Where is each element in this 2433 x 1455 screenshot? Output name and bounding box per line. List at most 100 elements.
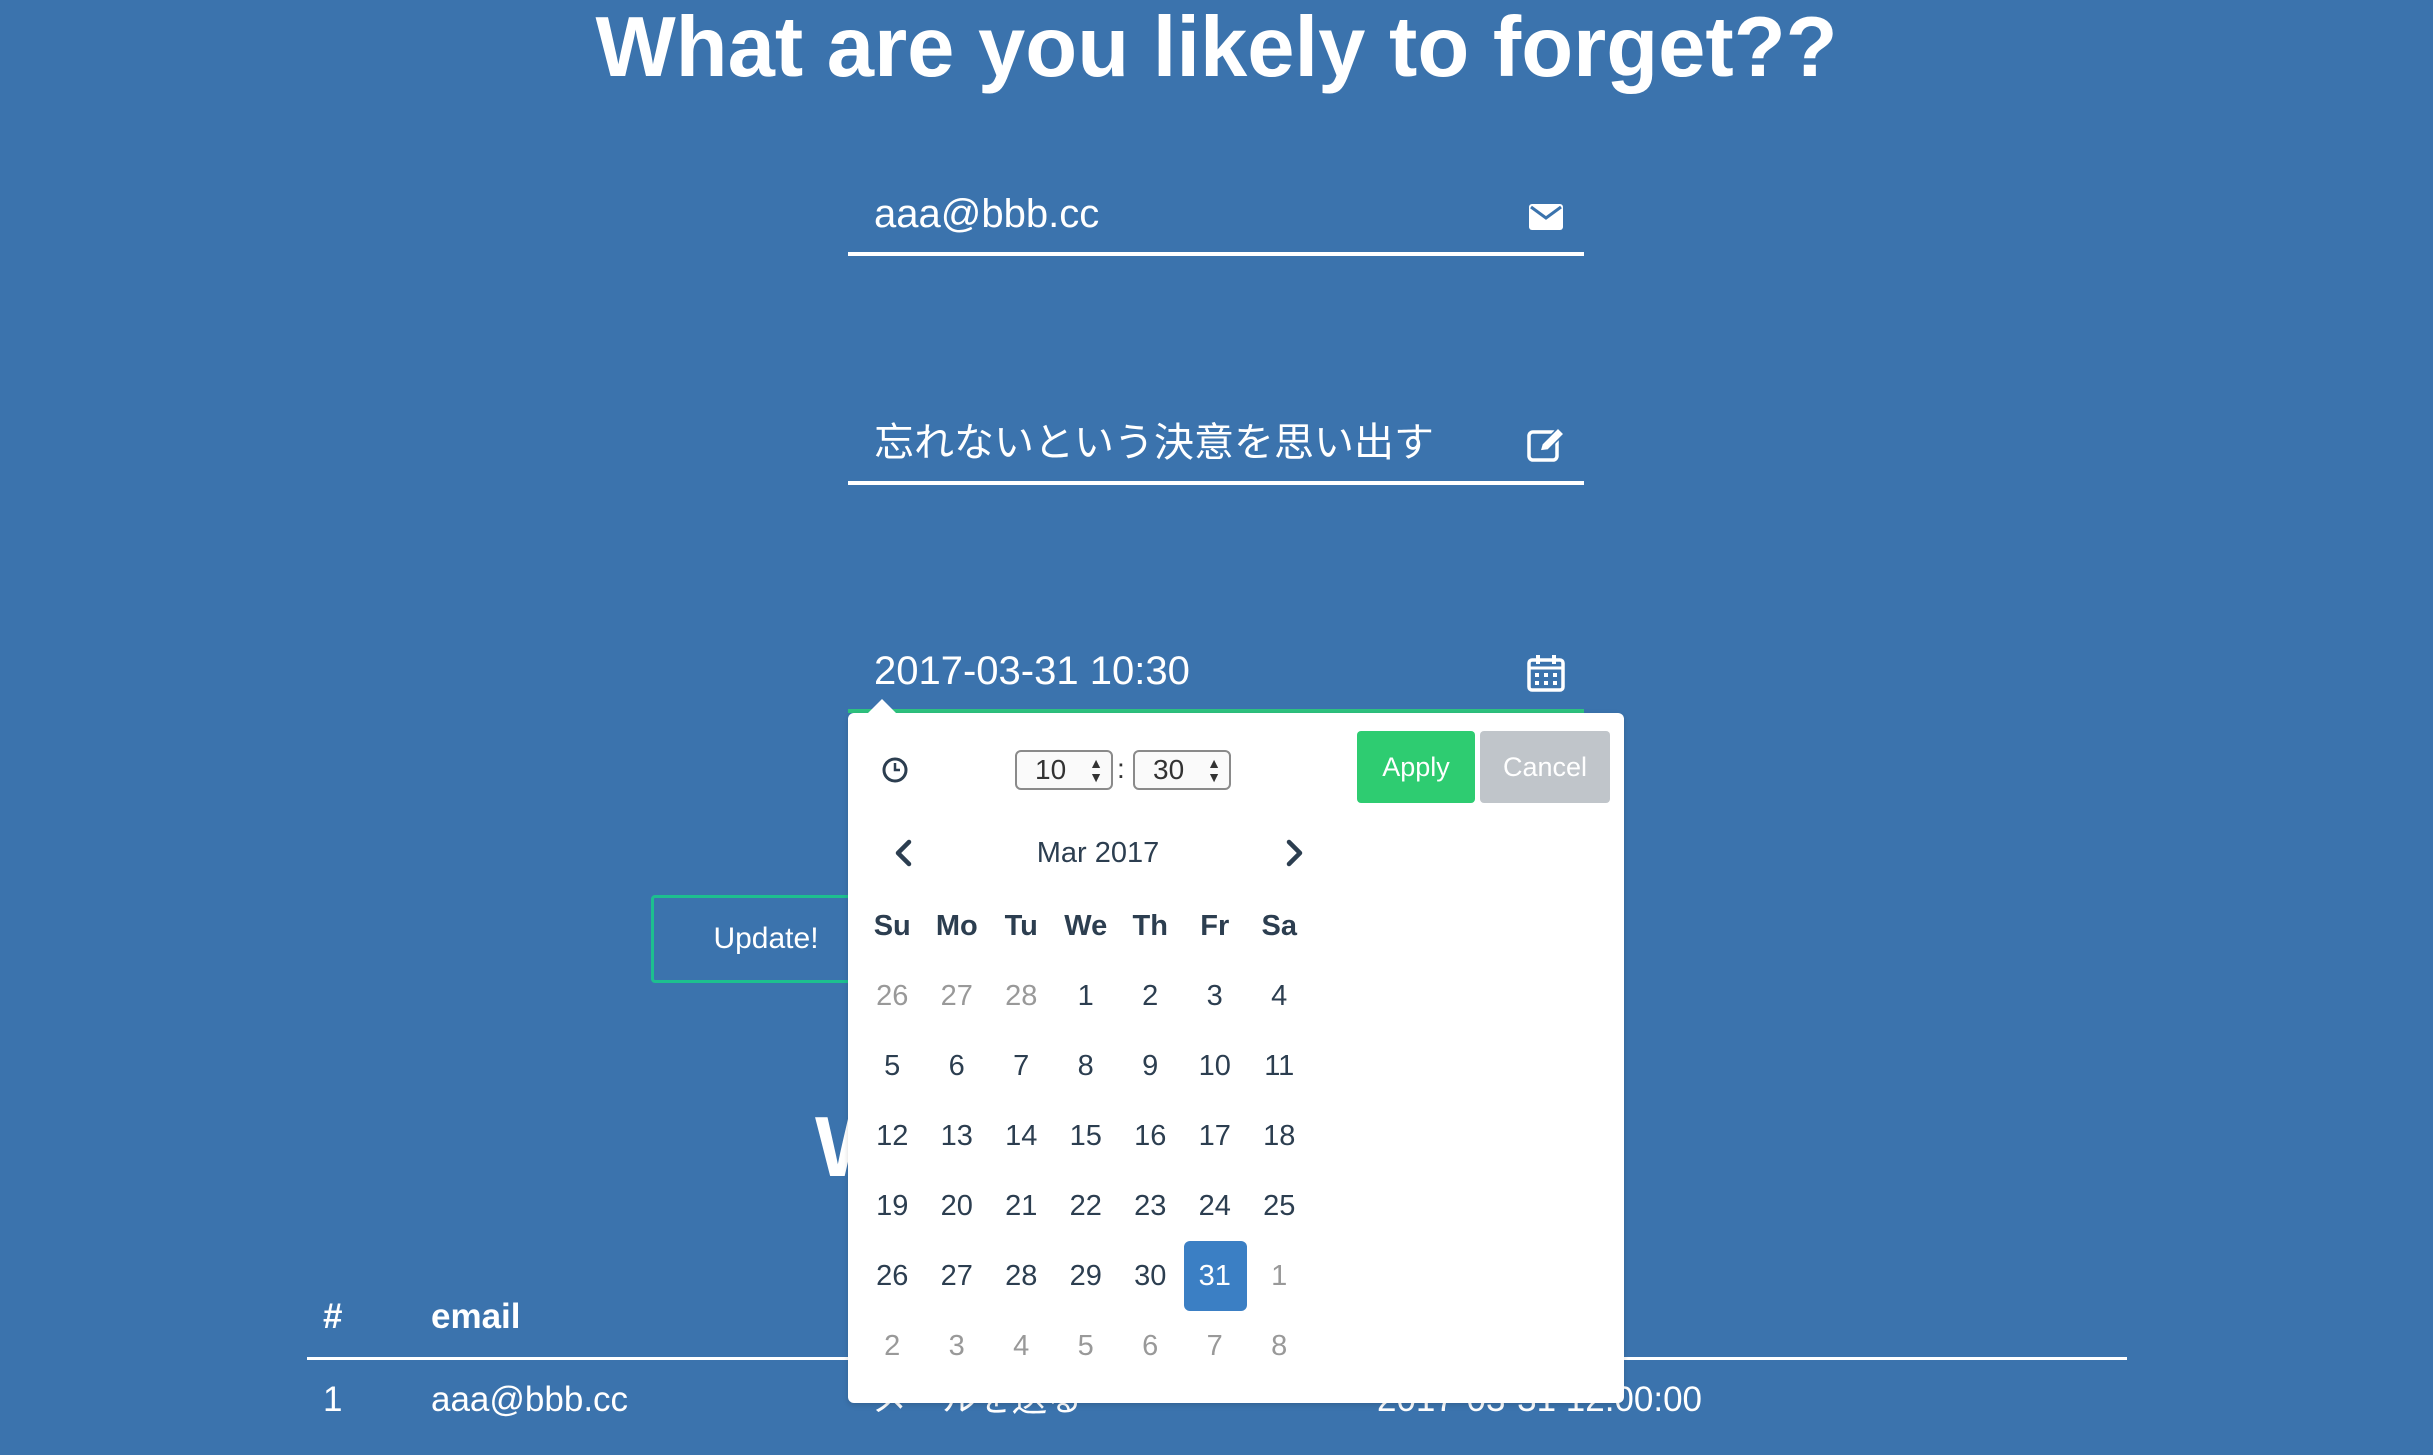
weekday-header: Sa <box>1261 909 1297 942</box>
update-button[interactable]: Update! <box>651 895 881 983</box>
column-header-email: email <box>431 1297 521 1336</box>
calendar-day-selected[interactable]: 31 <box>1183 1241 1248 1311</box>
calendar-day[interactable]: 10 <box>1183 1031 1248 1101</box>
memo-field[interactable]: 忘れないという決意を思い出す <box>848 409 1584 485</box>
calendar-icon <box>1527 655 1565 692</box>
calendar-day[interactable]: 7 <box>989 1031 1054 1101</box>
calendar-day[interactable]: 4 <box>989 1311 1054 1381</box>
weekday-header: Fr <box>1200 909 1230 942</box>
calendar-day[interactable]: 11 <box>1247 1031 1312 1101</box>
calendar-day[interactable]: 27 <box>925 1241 990 1311</box>
calendar-day[interactable]: 27 <box>925 961 990 1031</box>
calendar-day-number: 12 <box>876 1119 909 1152</box>
calendar-day-number: 29 <box>1069 1259 1102 1292</box>
cell-email: aaa@bbb.cc <box>431 1380 629 1419</box>
calendar-day[interactable]: 25 <box>1247 1171 1312 1241</box>
datetime-field[interactable]: 2017-03-31 10:30 <box>848 637 1584 713</box>
calendar-grid: Su Mo Tu We Th Fr Sa 26 27 28 1 2 3 4 5 6 7 8 9 10 11 12 13 14 1… <box>860 891 1312 1381</box>
calendar-day[interactable]: 8 <box>1054 1031 1119 1101</box>
calendar-day[interactable]: 6 <box>1118 1311 1183 1381</box>
memo-field-value: 忘れないという決意を思い出す <box>874 421 1434 465</box>
calendar-day-number: 20 <box>940 1189 973 1222</box>
calendar-day[interactable]: 17 <box>1183 1101 1248 1171</box>
minute-select[interactable]: 30 ▲ ▼ <box>1133 750 1231 790</box>
calendar-day[interactable]: 15 <box>1054 1101 1119 1171</box>
calendar-day[interactable]: 20 <box>925 1171 990 1241</box>
calendar-day-number: 1 <box>1077 979 1094 1012</box>
calendar-day-number: 31 <box>1198 1259 1231 1292</box>
hour-select[interactable]: 10 ▲ ▼ <box>1015 750 1113 790</box>
calendar-day-number: 5 <box>884 1049 901 1082</box>
calendar-day[interactable]: 12 <box>860 1101 925 1171</box>
calendar-day-number: 6 <box>948 1049 965 1082</box>
calendar-day-number: 4 <box>1271 979 1288 1012</box>
calendar-day-number: 17 <box>1198 1119 1231 1152</box>
calendar-day[interactable]: 16 <box>1118 1101 1183 1171</box>
calendar-day-number: 19 <box>876 1189 909 1222</box>
calendar-day[interactable]: 8 <box>1247 1311 1312 1381</box>
calendar-day[interactable]: 9 <box>1118 1031 1183 1101</box>
calendar-day[interactable]: 13 <box>925 1101 990 1171</box>
calendar-day[interactable]: 24 <box>1183 1171 1248 1241</box>
calendar-day-number: 8 <box>1077 1049 1094 1082</box>
month-label: Mar 2017 <box>1036 837 1160 869</box>
calendar-day[interactable]: 7 <box>1183 1311 1248 1381</box>
calendar-day-number: 15 <box>1069 1119 1102 1152</box>
calendar-day[interactable]: 5 <box>860 1031 925 1101</box>
calendar-day-number: 1 <box>1271 1259 1288 1292</box>
calendar-day[interactable]: 1 <box>1247 1241 1312 1311</box>
calendar-day[interactable]: 3 <box>925 1311 990 1381</box>
calendar-day[interactable]: 22 <box>1054 1171 1119 1241</box>
chevron-right-icon[interactable] <box>1274 833 1314 873</box>
calendar-day[interactable]: 21 <box>989 1171 1054 1241</box>
calendar-day[interactable]: 26 <box>860 1241 925 1311</box>
calendar-day-number: 26 <box>876 1259 909 1292</box>
calendar-day[interactable]: 3 <box>1183 961 1248 1031</box>
calendar-day-number: 24 <box>1198 1189 1231 1222</box>
calendar-day-number: 18 <box>1263 1119 1296 1152</box>
edit-icon <box>1527 426 1566 462</box>
apply-button[interactable]: Apply <box>1357 731 1475 803</box>
chevron-left-icon[interactable] <box>884 833 924 873</box>
calendar-day[interactable]: 2 <box>1118 961 1183 1031</box>
calendar-day[interactable]: 30 <box>1118 1241 1183 1311</box>
calendar-day[interactable]: 28 <box>989 961 1054 1031</box>
weekday-header: We <box>1064 909 1108 942</box>
datetime-field-value: 2017-03-31 10:30 <box>874 649 1190 693</box>
calendar-day-number: 10 <box>1198 1049 1231 1082</box>
calendar-day[interactable]: 2 <box>860 1311 925 1381</box>
calendar-day[interactable]: 28 <box>989 1241 1054 1311</box>
calendar-day[interactable]: 23 <box>1118 1171 1183 1241</box>
calendar-day-number: 25 <box>1263 1189 1296 1222</box>
email-field-value: aaa@bbb.cc <box>874 192 1100 236</box>
calendar-day-number: 28 <box>1005 979 1038 1012</box>
calendar-day[interactable]: 6 <box>925 1031 990 1101</box>
calendar-day[interactable]: 29 <box>1054 1241 1119 1311</box>
calendar-day[interactable]: 5 <box>1054 1311 1119 1381</box>
calendar-day-number: 23 <box>1134 1189 1167 1222</box>
weekday-header: Th <box>1132 909 1168 942</box>
calendar-day-number: 9 <box>1142 1049 1159 1082</box>
spinner-icon: ▲ ▼ <box>1207 755 1221 785</box>
calendar-day[interactable]: 4 <box>1247 961 1312 1031</box>
envelope-icon <box>1529 204 1563 230</box>
minute-value: 30 <box>1153 754 1185 785</box>
calendar-day-number: 7 <box>1013 1049 1030 1082</box>
calendar-day-number: 13 <box>940 1119 973 1152</box>
calendar-day[interactable]: 26 <box>860 961 925 1031</box>
cancel-button[interactable]: Cancel <box>1480 731 1610 803</box>
calendar-day-number: 16 <box>1134 1119 1167 1152</box>
calendar-day-number: 7 <box>1206 1329 1223 1362</box>
picker-arrow <box>868 699 896 713</box>
calendar-day[interactable]: 18 <box>1247 1101 1312 1171</box>
calendar-day-number: 27 <box>940 979 973 1012</box>
weekday-header: Mo <box>935 909 978 942</box>
calendar-day-number: 3 <box>948 1329 965 1362</box>
calendar-day[interactable]: 14 <box>989 1101 1054 1171</box>
email-field[interactable]: aaa@bbb.cc <box>848 180 1584 256</box>
calendar-day-number: 30 <box>1134 1259 1167 1292</box>
calendar-day-number: 4 <box>1013 1329 1030 1362</box>
calendar-day[interactable]: 1 <box>1054 961 1119 1031</box>
calendar-day[interactable]: 19 <box>860 1171 925 1241</box>
calendar-day-number: 6 <box>1142 1329 1159 1362</box>
